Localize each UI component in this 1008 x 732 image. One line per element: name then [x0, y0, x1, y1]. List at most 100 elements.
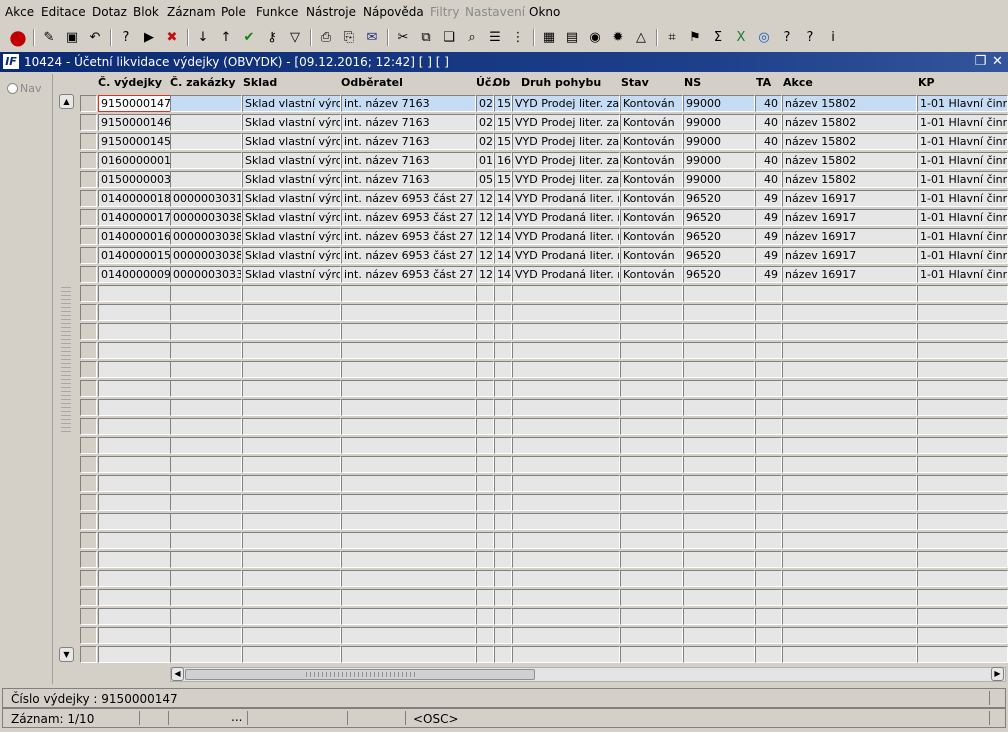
empty-cell[interactable]	[512, 323, 620, 340]
empty-cell[interactable]	[620, 551, 683, 568]
empty-cell[interactable]	[98, 342, 171, 359]
empty-cell[interactable]	[98, 380, 171, 397]
filter-icon[interactable]: ▽	[285, 27, 305, 47]
row-marker[interactable]	[80, 456, 97, 473]
empty-cell[interactable]	[683, 475, 755, 492]
empty-cell[interactable]	[98, 361, 171, 378]
menu-dotaz[interactable]: Dotaz	[92, 5, 127, 19]
empty-cell[interactable]	[494, 513, 512, 530]
empty-cell[interactable]	[683, 304, 755, 321]
empty-cell[interactable]	[755, 456, 782, 473]
table-cell[interactable]: 12	[476, 209, 494, 226]
empty-cell[interactable]	[242, 513, 341, 530]
empty-cell[interactable]	[512, 570, 620, 587]
empty-cell[interactable]	[341, 361, 476, 378]
info-icon[interactable]: i	[823, 27, 843, 47]
column-header-5[interactable]: Ob	[493, 76, 510, 89]
table-cell[interactable]: 1-01 Hlavní činnost	[917, 133, 1008, 150]
empty-cell[interactable]	[782, 456, 917, 473]
empty-cell[interactable]	[755, 304, 782, 321]
table-cell[interactable]: 49	[755, 209, 782, 226]
empty-cell[interactable]	[512, 608, 620, 625]
empty-cell[interactable]	[512, 456, 620, 473]
empty-cell[interactable]	[917, 513, 1008, 530]
row-marker[interactable]	[80, 361, 97, 378]
column-header-10[interactable]: Akce	[783, 76, 813, 89]
empty-cell[interactable]	[494, 456, 512, 473]
execute-query-icon[interactable]: ▶	[139, 27, 159, 47]
menu-pole[interactable]: Pole	[221, 5, 246, 19]
empty-cell[interactable]	[620, 608, 683, 625]
empty-cell[interactable]	[782, 361, 917, 378]
empty-cell[interactable]	[494, 342, 512, 359]
table-cell[interactable]: 15	[494, 171, 512, 188]
table-cell[interactable]: 05	[476, 171, 494, 188]
table-cell[interactable]: 40	[755, 114, 782, 131]
empty-cell[interactable]	[755, 570, 782, 587]
empty-cell[interactable]	[512, 361, 620, 378]
table-cell[interactable]: int. název 6953 část 27	[341, 228, 476, 245]
empty-cell[interactable]	[242, 627, 341, 644]
row-marker[interactable]	[80, 95, 97, 112]
empty-cell[interactable]	[170, 627, 242, 644]
column-header-11[interactable]: KP	[918, 76, 935, 89]
table-cell[interactable]: 0000003038	[170, 209, 242, 226]
table-cell[interactable]: 96520	[683, 209, 755, 226]
empty-cell[interactable]	[755, 608, 782, 625]
empty-cell[interactable]	[512, 475, 620, 492]
empty-cell[interactable]	[620, 380, 683, 397]
table-cell[interactable]: název 15802	[782, 95, 917, 112]
table-cell[interactable]: 99000	[683, 152, 755, 169]
table-cell[interactable]: název 15802	[782, 114, 917, 131]
table-cell[interactable]: Kontován	[620, 209, 683, 226]
empty-cell[interactable]	[341, 456, 476, 473]
empty-cell[interactable]	[98, 475, 171, 492]
table-cell[interactable]: int. název 7163	[341, 171, 476, 188]
row-marker[interactable]	[80, 304, 97, 321]
empty-cell[interactable]	[476, 475, 494, 492]
empty-cell[interactable]	[341, 323, 476, 340]
table-cell[interactable]: 99000	[683, 171, 755, 188]
table-cell[interactable]: 1-01 Hlavní činnost	[917, 266, 1008, 283]
row-marker[interactable]	[80, 627, 97, 644]
table-cell[interactable]: název 16917	[782, 266, 917, 283]
row-marker[interactable]	[80, 266, 97, 283]
table-cell[interactable]: 14	[494, 190, 512, 207]
empty-cell[interactable]	[512, 399, 620, 416]
empty-cell[interactable]	[494, 399, 512, 416]
table-cell[interactable]: VYD Prodej liter. zahr.	[512, 171, 620, 188]
column-header-8[interactable]: NS	[684, 76, 701, 89]
empty-cell[interactable]	[242, 399, 341, 416]
empty-cell[interactable]	[170, 323, 242, 340]
empty-cell[interactable]	[782, 570, 917, 587]
table-cell[interactable]: 1-01 Hlavní činnost	[917, 95, 1008, 112]
empty-cell[interactable]	[494, 589, 512, 606]
empty-cell[interactable]	[755, 513, 782, 530]
table-cell[interactable]: 40	[755, 152, 782, 169]
empty-cell[interactable]	[755, 627, 782, 644]
row-marker[interactable]	[80, 114, 97, 131]
empty-cell[interactable]	[782, 646, 917, 663]
empty-cell[interactable]	[512, 494, 620, 511]
table-cell[interactable]: 49	[755, 266, 782, 283]
empty-cell[interactable]	[98, 399, 171, 416]
row-marker[interactable]	[80, 247, 97, 264]
table-cell[interactable]: 0000003038	[170, 228, 242, 245]
empty-cell[interactable]	[341, 437, 476, 454]
empty-cell[interactable]	[512, 437, 620, 454]
empty-cell[interactable]	[917, 285, 1008, 302]
empty-cell[interactable]	[755, 532, 782, 549]
chart-icon[interactable]: △	[631, 27, 651, 47]
table-cell[interactable]: 15	[494, 114, 512, 131]
empty-cell[interactable]	[98, 494, 171, 511]
table-cell[interactable]: 02	[476, 95, 494, 112]
empty-cell[interactable]	[755, 589, 782, 606]
empty-cell[interactable]	[242, 304, 341, 321]
table-cell[interactable]: Sklad vlastní výroby	[242, 114, 341, 131]
row-marker[interactable]	[80, 171, 97, 188]
empty-cell[interactable]	[917, 361, 1008, 378]
empty-cell[interactable]	[98, 304, 171, 321]
empty-cell[interactable]	[755, 418, 782, 435]
empty-cell[interactable]	[782, 304, 917, 321]
empty-cell[interactable]	[917, 380, 1008, 397]
